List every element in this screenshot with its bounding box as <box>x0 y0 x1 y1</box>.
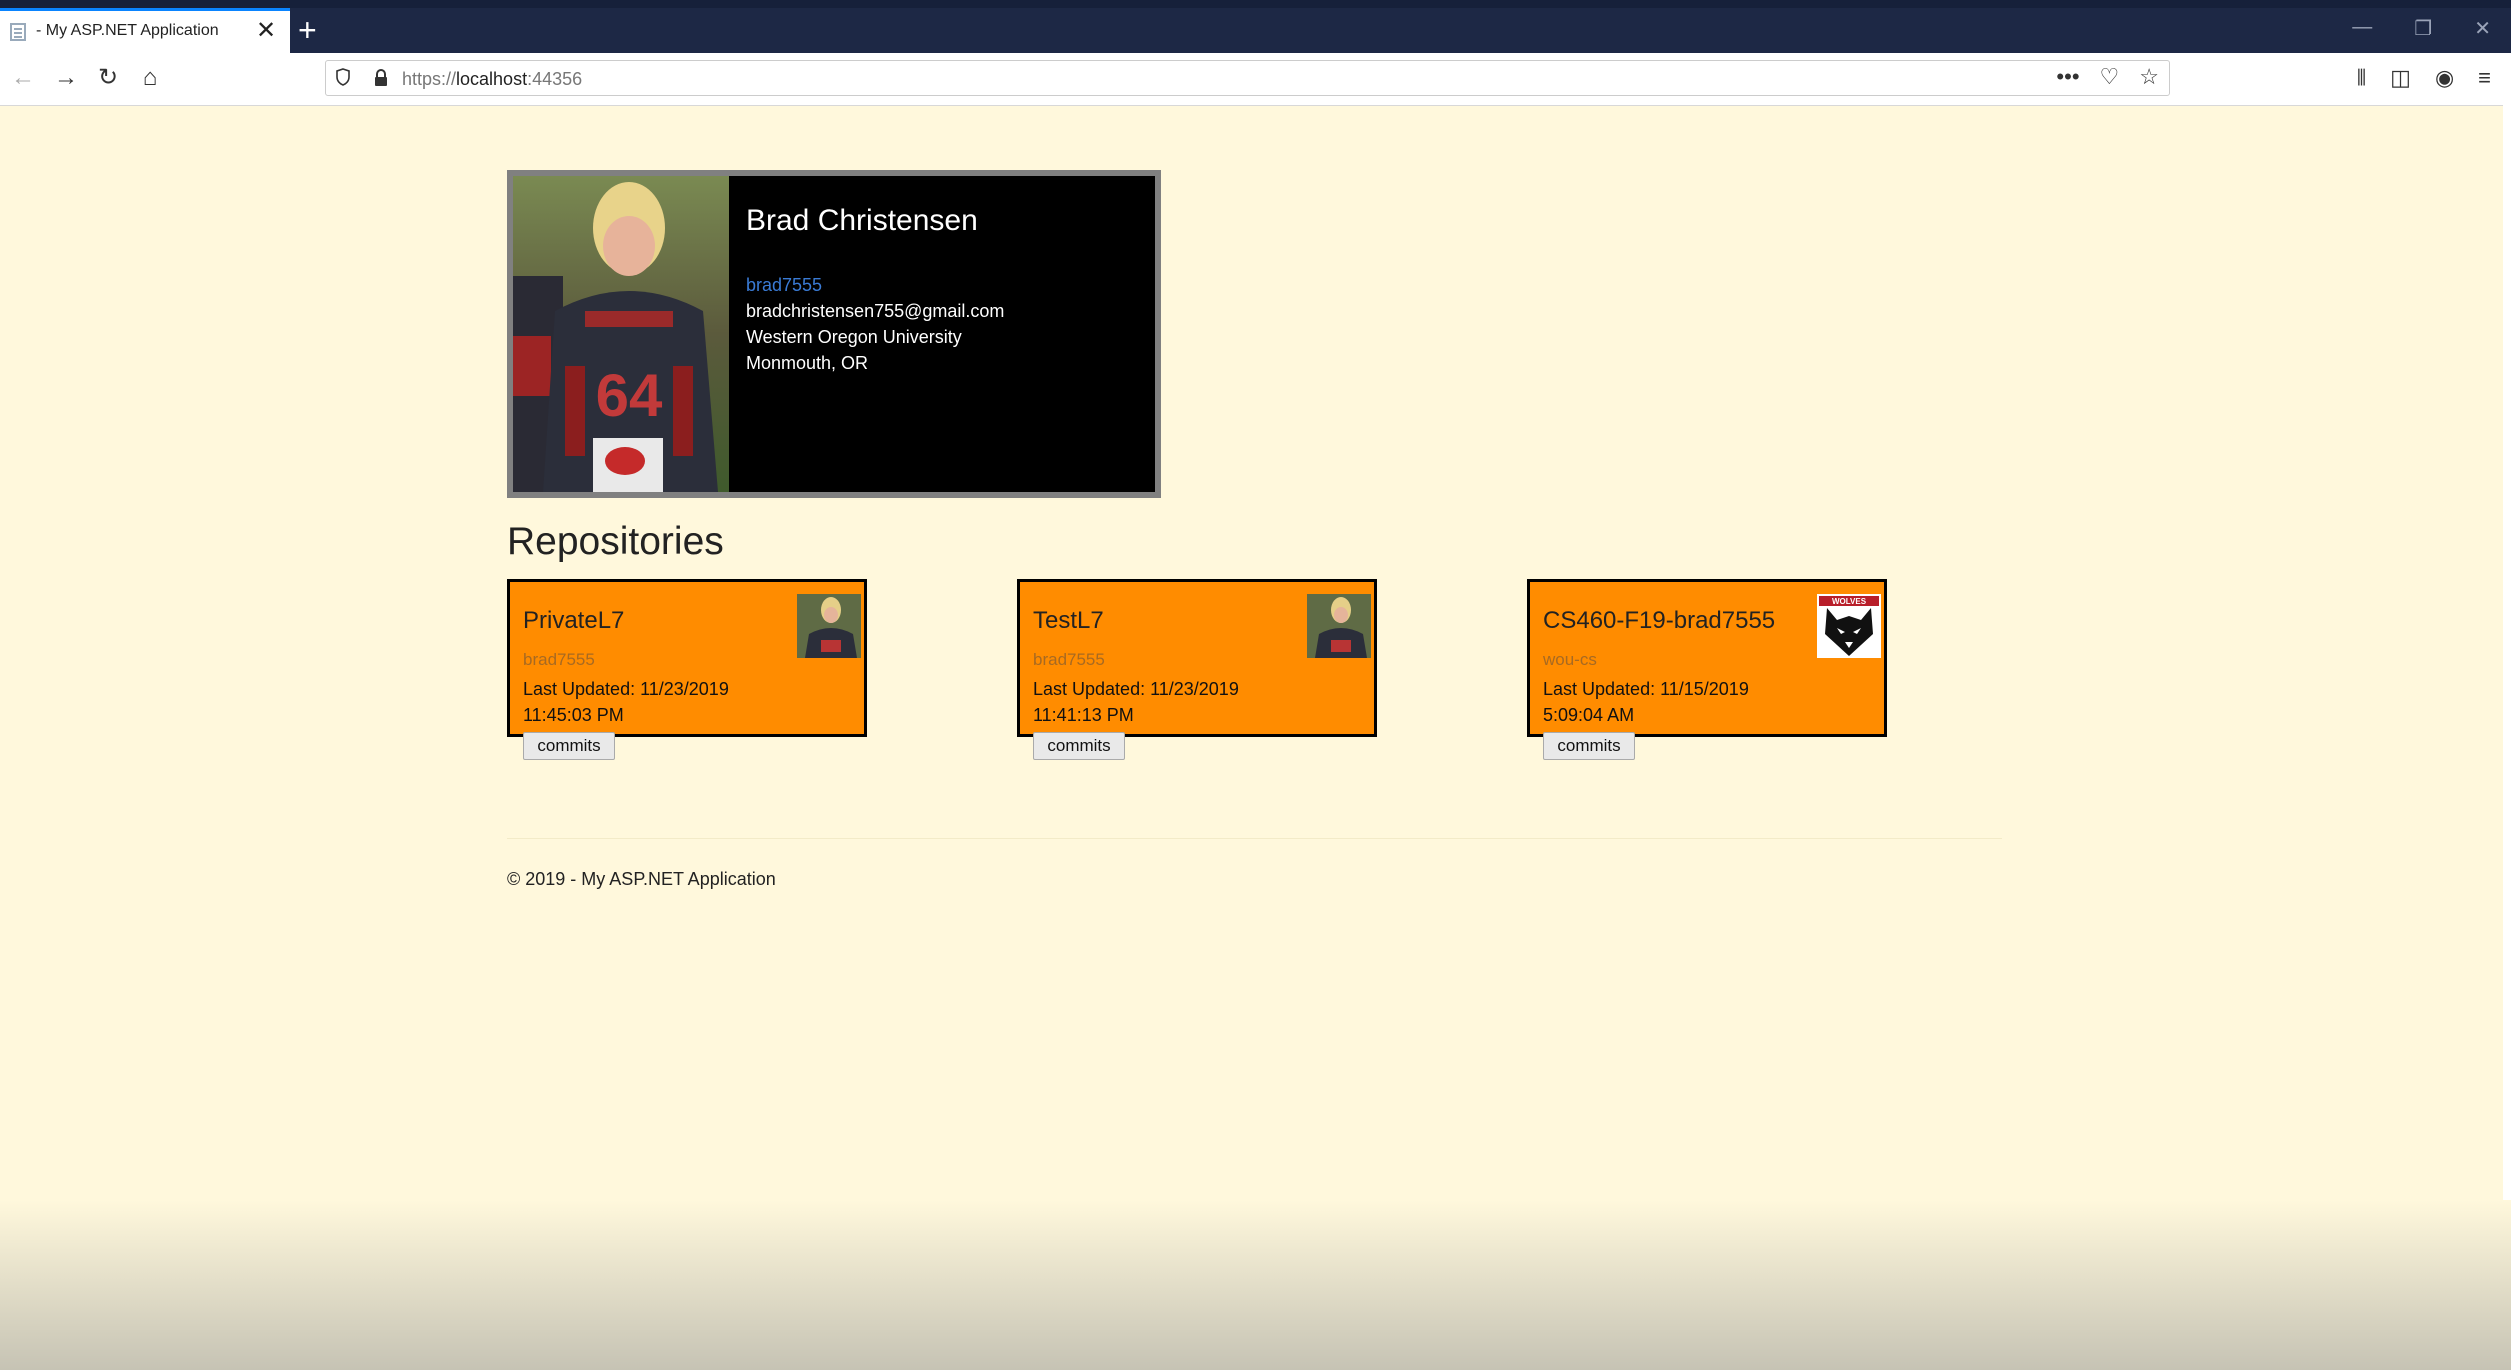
close-window-icon[interactable]: ✕ <box>2474 16 2491 41</box>
new-tab-icon[interactable]: + <box>298 12 317 48</box>
address-bar[interactable]: https://localhost:44356 ••• ♡ ☆ <box>325 60 2170 96</box>
tab-title: - My ASP.NET Application <box>36 22 219 39</box>
profile-location: Monmouth, OR <box>746 353 869 373</box>
window-top-edge <box>0 0 2511 8</box>
profile-info: Brad Christensen brad7555 bradchristense… <box>746 204 1004 376</box>
footer-copyright: © 2019 - My ASP.NET Application <box>507 869 776 889</box>
page-icon <box>10 23 26 41</box>
repo-name: TestL7 <box>1033 607 1104 634</box>
sidebar-icon[interactable]: ◫ <box>2390 65 2411 91</box>
commits-button[interactable]: commits <box>523 732 615 760</box>
repo-updated: Last Updated: 11/23/2019 11:41:13 PM <box>1033 676 1239 728</box>
repo-updated-date: Last Updated: 11/15/2019 <box>1543 679 1749 699</box>
bookmark-star-icon[interactable]: ☆ <box>2139 64 2159 90</box>
repo-card: TestL7 brad7555 Last Updated: 11/23/2019… <box>1017 579 1377 760</box>
repo-updated-time: 5:09:04 AM <box>1543 705 1635 725</box>
window-controls: — ❐ ✕ <box>2352 16 2491 41</box>
repo-owner: brad7555 <box>523 650 595 669</box>
profile-photo: 64 <box>513 176 729 492</box>
close-tab-icon[interactable]: ✕ <box>256 17 276 45</box>
profile-email: bradchristensen755@gmail.com <box>746 301 1005 321</box>
pocket-icon[interactable]: ♡ <box>2100 64 2120 90</box>
bottom-shade <box>0 1200 2511 1370</box>
repo-owner: wou-cs <box>1543 650 1597 669</box>
profile-card: 64 Brad Christensen brad7555 bradchriste… <box>507 170 1161 498</box>
browser-tab[interactable]: - My ASP.NET Application ✕ <box>0 8 290 53</box>
tab-bar: - My ASP.NET Application ✕ + — ❐ ✕ <box>0 8 2511 53</box>
toolbar-right: ⫴ ◫ ◉ ≡ <box>2357 65 2491 91</box>
library-icon[interactable]: ⫴ <box>2357 65 2366 91</box>
jersey-number: 64 <box>596 362 663 429</box>
restore-icon[interactable]: ❐ <box>2414 16 2432 41</box>
commits-button[interactable]: commits <box>1033 732 1125 760</box>
minimize-icon[interactable]: — <box>2352 16 2372 41</box>
repo-updated-time: 11:41:13 PM <box>1033 705 1134 725</box>
repo-name: CS460-F19-brad7555 <box>1543 607 1776 634</box>
footer-divider <box>507 838 2002 839</box>
reload-icon[interactable]: ↻ <box>93 63 123 93</box>
lock-icon[interactable] <box>374 69 388 87</box>
back-icon[interactable]: ← <box>8 63 38 93</box>
url-text: https://localhost:44356 <box>402 69 583 89</box>
repo-owner: brad7555 <box>1033 650 1105 669</box>
profile-name: Brad Christensen <box>746 204 978 237</box>
commits-button[interactable]: commits <box>1543 732 1635 760</box>
repo-updated: Last Updated: 11/23/2019 11:45:03 PM <box>523 676 729 728</box>
repo-updated: Last Updated: 11/15/2019 5:09:04 AM <box>1543 676 1749 728</box>
account-icon[interactable]: ◉ <box>2435 65 2454 91</box>
profile-login-link[interactable]: brad7555 <box>746 272 1004 298</box>
repo-avatar <box>797 594 861 658</box>
forward-icon[interactable]: → <box>51 63 81 93</box>
repo-card: CS460-F19-brad7555 wou-cs Last Updated: … <box>1527 579 1887 760</box>
repo-updated-date: Last Updated: 11/23/2019 <box>523 679 729 699</box>
profile-company: Western Oregon University <box>746 327 962 347</box>
repo-updated-time: 11:45:03 PM <box>523 705 624 725</box>
wolves-logo: WOLVES <box>1817 594 1881 658</box>
tracking-protection-icon[interactable] <box>336 68 350 86</box>
navigation-toolbar: ← → ↻ ⌂ https://localhost:44356 ••• ♡ ☆ … <box>0 53 2511 106</box>
repo-card: PrivateL7 brad7555 Last Updated: 11/23/2… <box>507 579 867 760</box>
page-actions-icon[interactable]: ••• <box>2056 64 2079 90</box>
menu-icon[interactable]: ≡ <box>2478 65 2491 91</box>
repositories-heading: Repositories <box>507 520 724 563</box>
home-icon[interactable]: ⌂ <box>135 63 165 93</box>
repo-name: PrivateL7 <box>523 607 625 634</box>
scrollbar[interactable] <box>2503 105 2511 1370</box>
repo-updated-date: Last Updated: 11/23/2019 <box>1033 679 1239 699</box>
svg-text:WOLVES: WOLVES <box>1832 597 1867 606</box>
repo-avatar <box>1307 594 1371 658</box>
